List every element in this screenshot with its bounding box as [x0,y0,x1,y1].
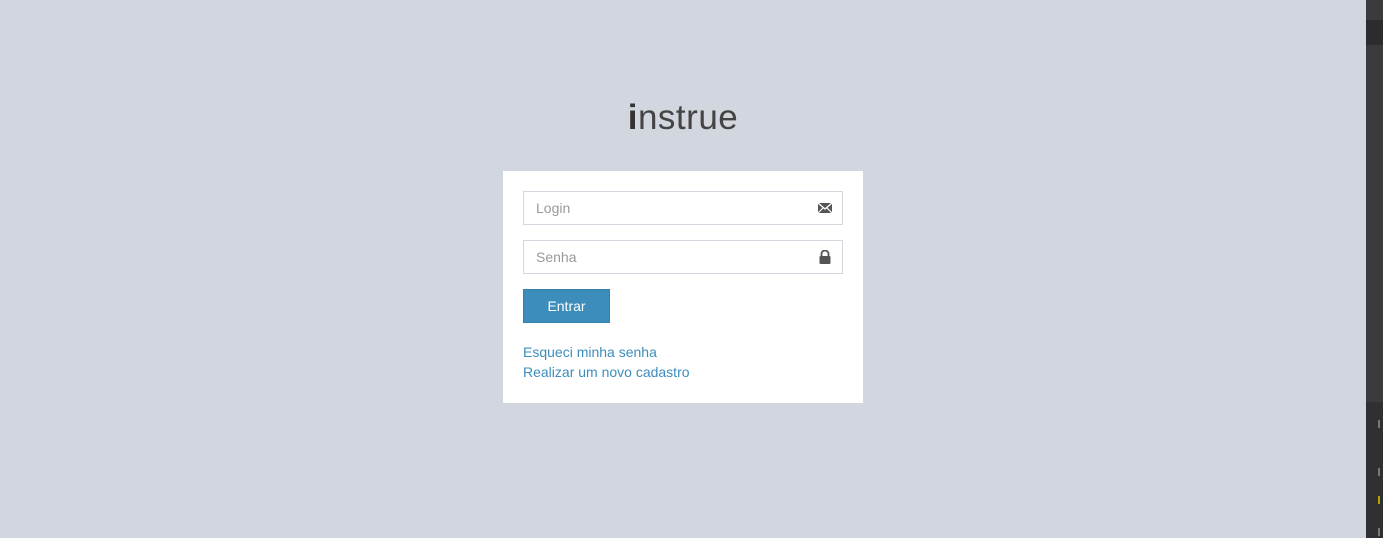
panel-tick [1378,468,1380,476]
panel-band [1366,402,1383,538]
entrar-button[interactable]: Entrar [523,289,610,323]
login-field [523,191,843,225]
panel-tick [1378,496,1380,504]
panel-tick [1378,420,1380,428]
login-input[interactable] [524,192,806,224]
panel-tick [1378,528,1380,536]
senha-input[interactable] [524,241,806,273]
lock-icon [817,249,833,264]
register-link[interactable]: Realizar um novo cadastro [523,364,690,380]
app-logo: instrue [0,98,1366,138]
senha-field [523,240,843,274]
panel-band [1366,20,1383,45]
right-edge-panel [1366,0,1383,538]
envelope-icon [817,201,833,215]
login-box: Entrar Esqueci minha senha Realizar um n… [503,171,863,403]
forgot-password-link[interactable]: Esqueci minha senha [523,344,657,360]
logo-text: nstrue [637,98,739,137]
logo-bold-letter: i [627,98,638,137]
